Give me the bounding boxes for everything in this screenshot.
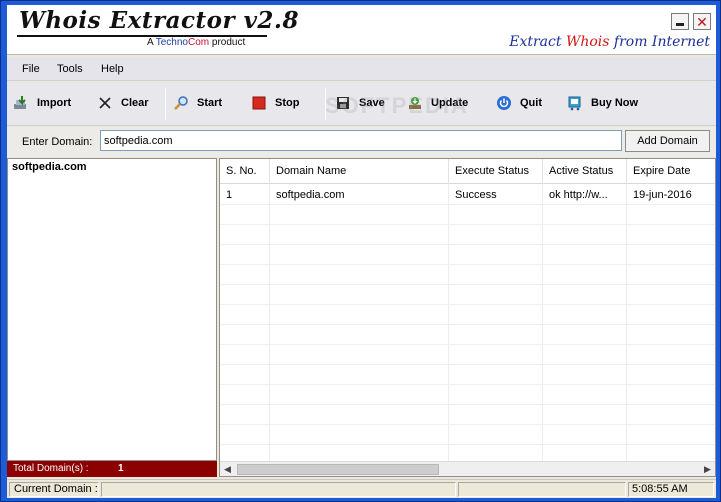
- table-row-empty: [220, 285, 715, 305]
- toolbar-separator: [325, 88, 326, 120]
- import-button[interactable]: Import: [13, 93, 71, 113]
- table-row-empty: [220, 225, 715, 245]
- domain-entry-row: Enter Domain: Add Domain: [7, 127, 716, 157]
- table-row-empty: [220, 425, 715, 445]
- stop-button[interactable]: Stop: [251, 93, 299, 113]
- start-button[interactable]: Start: [173, 93, 222, 113]
- import-label: Import: [37, 97, 72, 109]
- minimize-icon: [676, 23, 684, 26]
- table-row-empty: [220, 265, 715, 285]
- power-icon: [496, 95, 512, 111]
- start-label: Start: [197, 97, 223, 109]
- table-row-empty: [220, 365, 715, 385]
- column-header-sno[interactable]: S. No.: [220, 159, 270, 184]
- table-row-empty: [220, 385, 715, 405]
- domain-list-item[interactable]: softpedia.com: [12, 161, 87, 173]
- clear-button[interactable]: Clear: [97, 93, 149, 113]
- cell-expire-date: 19-jun-2016: [633, 189, 692, 201]
- cell-execute-status: Success: [455, 189, 497, 201]
- column-header-expire-date[interactable]: Expire Date: [627, 159, 715, 184]
- horizontal-scrollbar[interactable]: ◀ ▶: [220, 461, 715, 476]
- current-domain-label: Current Domain :: [9, 482, 99, 497]
- quit-button[interactable]: Quit: [496, 93, 542, 113]
- table-row-empty: [220, 305, 715, 325]
- column-header-active-status[interactable]: Active Status: [543, 159, 627, 184]
- save-button[interactable]: Save: [335, 93, 385, 113]
- scroll-right-icon[interactable]: ▶: [700, 462, 715, 476]
- total-domains-bar: Total Domain(s) : 1: [7, 461, 217, 477]
- status-time: 5:08:55 AM: [628, 482, 714, 497]
- column-header-domain-name[interactable]: Domain Name: [270, 159, 449, 184]
- save-disk-icon: [335, 95, 351, 111]
- stop-label: Stop: [275, 97, 300, 109]
- enter-domain-label: Enter Domain:: [22, 136, 93, 148]
- update-label: Update: [431, 97, 469, 109]
- menu-help[interactable]: Help: [101, 63, 124, 75]
- buy-now-button[interactable]: Buy Now: [567, 93, 638, 113]
- window-client-area: Whois Extractor v2.8 A TechnoCom product…: [7, 5, 716, 498]
- total-domains-count: 1: [118, 463, 124, 474]
- byline-com: Com: [187, 37, 210, 48]
- results-grid: S. No. Domain Name Execute Status Active…: [219, 158, 716, 477]
- total-domains-label: Total Domain(s) :: [13, 463, 89, 474]
- cell-active-status: ok http://w...: [549, 189, 608, 201]
- start-magnifier-icon: [173, 95, 189, 111]
- header-banner: Whois Extractor v2.8 A TechnoCom product…: [7, 5, 716, 55]
- quit-label: Quit: [520, 97, 542, 109]
- table-row-empty: [220, 325, 715, 345]
- column-header-execute-status[interactable]: Execute Status: [449, 159, 543, 184]
- close-button[interactable]: ✕: [693, 13, 711, 30]
- cell-sno: 1: [226, 189, 233, 201]
- status-bar: Current Domain : 5:08:55 AM: [7, 479, 716, 498]
- toolbar-separator: [165, 88, 166, 120]
- status-panel-empty: [458, 482, 626, 497]
- domain-list-panel[interactable]: softpedia.com: [7, 158, 217, 461]
- cell-domain-name: softpedia.com: [276, 189, 345, 201]
- tagline-whois: Whois: [565, 34, 610, 50]
- table-row[interactable]: 1 softpedia.com Success ok http://w... 1…: [220, 185, 715, 205]
- import-icon: [13, 95, 29, 111]
- shopping-cart-icon: [567, 95, 583, 111]
- table-row-empty: [220, 205, 715, 225]
- menu-tools[interactable]: Tools: [57, 63, 83, 75]
- byline-prefix: A: [147, 37, 154, 48]
- close-icon: ✕: [696, 13, 708, 30]
- buy-now-label: Buy Now: [591, 97, 639, 109]
- add-domain-button[interactable]: Add Domain: [625, 130, 710, 152]
- byline-suffix: product: [211, 37, 246, 48]
- product-byline: A TechnoCom product: [147, 37, 245, 48]
- update-icon: [407, 95, 423, 111]
- current-domain-value: [101, 482, 456, 497]
- update-button[interactable]: Update: [407, 93, 468, 113]
- menu-bar: File Tools Help: [7, 57, 716, 81]
- stop-icon: [251, 95, 267, 111]
- save-label: Save: [359, 97, 385, 109]
- table-row-empty: [220, 245, 715, 265]
- table-row-empty: [220, 345, 715, 365]
- table-row-empty: [220, 405, 715, 425]
- app-title: Whois Extractor v2.8: [19, 7, 299, 34]
- tagline-post: from Internet: [613, 34, 710, 50]
- clear-icon: [97, 95, 113, 111]
- tagline-pre: Extract: [509, 34, 562, 50]
- domain-input[interactable]: [100, 130, 622, 151]
- scroll-thumb[interactable]: [237, 464, 439, 475]
- app-window: Whois Extractor v2.8 A TechnoCom product…: [0, 0, 721, 502]
- scroll-left-icon[interactable]: ◀: [220, 462, 235, 476]
- menu-file[interactable]: File: [22, 63, 40, 75]
- byline-techno: Techno: [155, 37, 188, 48]
- toolbar: Import Clear Start Stop Save Update Quit…: [7, 82, 716, 126]
- clear-label: Clear: [121, 97, 149, 109]
- grid-header: S. No. Domain Name Execute Status Active…: [220, 159, 715, 184]
- tagline: Extract Whois from Internet: [509, 34, 710, 50]
- minimize-button[interactable]: [671, 13, 689, 30]
